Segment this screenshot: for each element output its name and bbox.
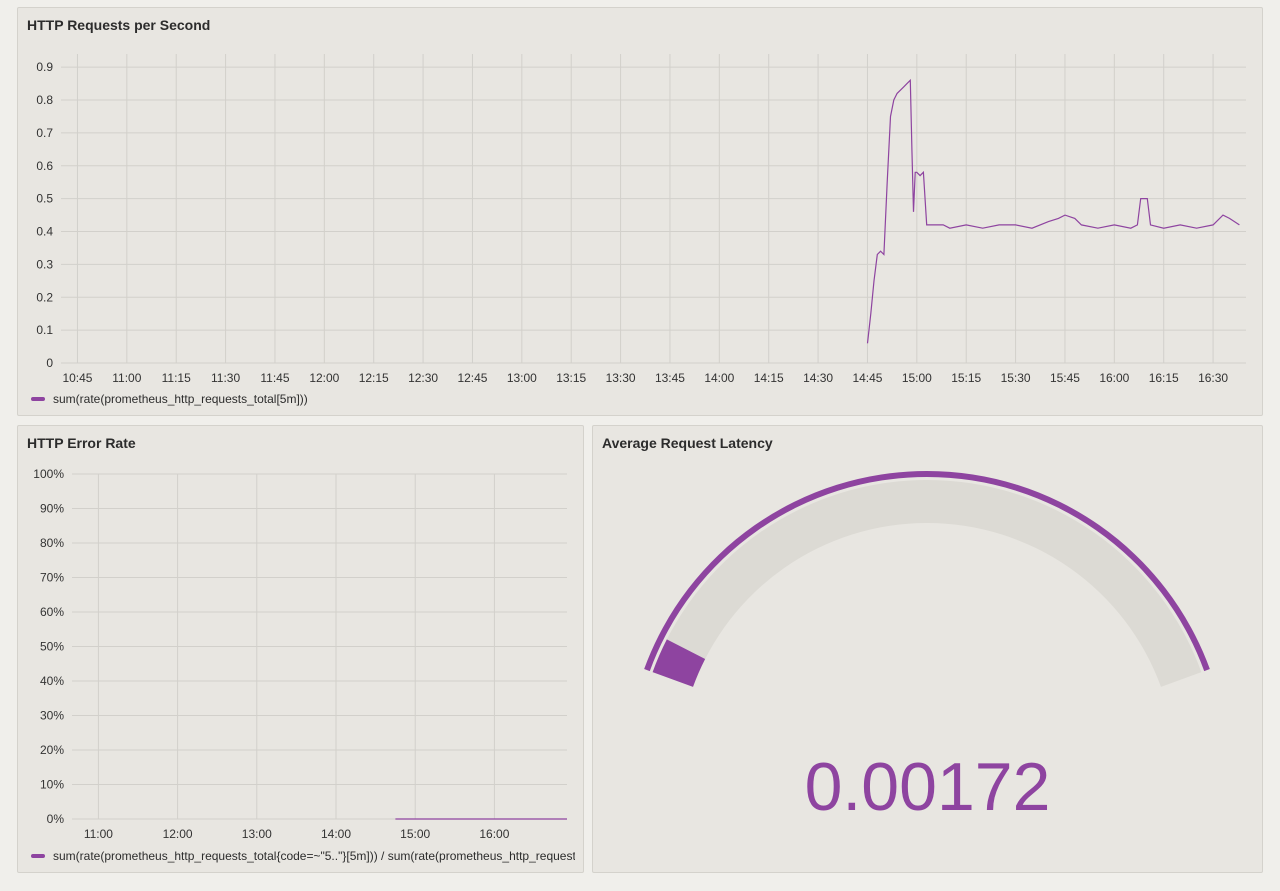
error-rate-chart: 0% 10% 20% 30% 40% 50% 60% 70% 80% 90% 100% 11:00 12… (33, 467, 567, 841)
y-tick-label: 0.6 (36, 159, 53, 173)
x-tick-label: 16:30 (1198, 371, 1228, 385)
x-tick-label: 11:45 (260, 371, 289, 385)
y-tick-label: 100% (33, 467, 64, 481)
legend-label: sum(rate(prometheus_http_requests_total[… (53, 392, 308, 406)
x-tick-label: 13:00 (242, 827, 272, 841)
x-tick-label: 14:45 (852, 371, 882, 385)
legend-label: sum(rate(prometheus_http_requests_total{… (53, 849, 575, 863)
x-tick-label: 14:15 (754, 371, 784, 385)
x-tick-label: 11:00 (112, 371, 141, 385)
x-tick-label: 16:15 (1149, 371, 1179, 385)
y-tick-label: 0.5 (36, 192, 53, 206)
panel-http-requests-per-second[interactable]: HTTP Requests per Second 0 0.1 0.2 0.3 0.4 0.… (17, 7, 1263, 416)
x-tick-label: 11:00 (84, 827, 113, 841)
x-tick-label: 13:45 (655, 371, 685, 385)
gauge-value: 0.00172 (804, 749, 1051, 825)
x-tick-label: 12:00 (309, 371, 339, 385)
y-tick-label: 0.8 (36, 93, 53, 107)
x-tick-label: 12:30 (408, 371, 438, 385)
x-tick-label: 14:30 (803, 371, 833, 385)
legend-item[interactable]: sum(rate(prometheus_http_requests_total{… (31, 849, 575, 863)
legend-item[interactable]: sum(rate(prometheus_http_requests_total[… (31, 392, 308, 406)
y-tick-label: 40% (40, 674, 64, 688)
y-tick-label: 0% (47, 812, 65, 826)
x-tick-label: 12:00 (163, 827, 193, 841)
y-tick-label: 0.4 (36, 225, 53, 239)
y-tick-label: 0 (46, 356, 53, 370)
y-tick-label: 70% (40, 571, 64, 585)
x-tick-label: 16:00 (1099, 371, 1129, 385)
x-tick-label: 11:30 (211, 371, 240, 385)
y-tick-label: 90% (40, 502, 64, 516)
x-tick-label: 12:45 (457, 371, 487, 385)
y-tick-label: 0.1 (36, 323, 53, 337)
gauge-track (652, 480, 1202, 687)
x-tick-label: 10:45 (62, 371, 92, 385)
y-tick-label: 20% (40, 743, 64, 757)
x-tick-label: 15:00 (902, 371, 932, 385)
y-tick-label: 30% (40, 709, 64, 723)
panel-http-error-rate[interactable]: HTTP Error Rate 0% 10% 20% 30% 40% 50% 60% 70% 8… (17, 425, 584, 873)
y-tick-label: 60% (40, 605, 64, 619)
y-tick-label: 0.7 (36, 126, 53, 140)
x-tick-label: 15:00 (400, 827, 430, 841)
y-tick-label: 0.3 (36, 257, 53, 271)
x-tick-label: 13:30 (606, 371, 636, 385)
x-tick-label: 13:00 (507, 371, 537, 385)
y-tick-label: 10% (40, 778, 64, 792)
x-tick-label: 14:00 (704, 371, 734, 385)
x-tick-label: 11:15 (162, 371, 191, 385)
x-tick-label: 15:45 (1050, 371, 1080, 385)
x-tick-label: 14:00 (321, 827, 351, 841)
legend-swatch (31, 397, 45, 401)
y-tick-label: 0.2 (36, 290, 53, 304)
y-tick-label: 50% (40, 640, 64, 654)
x-tick-label: 13:15 (556, 371, 586, 385)
y-tick-label: 0.9 (36, 60, 53, 74)
legend-swatch (31, 854, 45, 858)
y-tick-label: 80% (40, 536, 64, 550)
rps-chart: 0 0.1 0.2 0.3 0.4 0.5 0.6 0.7 0.8 0.9 10:45 11:00 11… (36, 54, 1246, 385)
x-tick-label: 12:15 (359, 371, 389, 385)
x-tick-label: 15:15 (951, 371, 981, 385)
x-tick-label: 16:00 (479, 827, 509, 841)
x-tick-label: 15:30 (1001, 371, 1031, 385)
panel-average-request-latency[interactable]: Average Request Latency 0.00172 (592, 425, 1263, 873)
series-line (866, 78, 1240, 344)
